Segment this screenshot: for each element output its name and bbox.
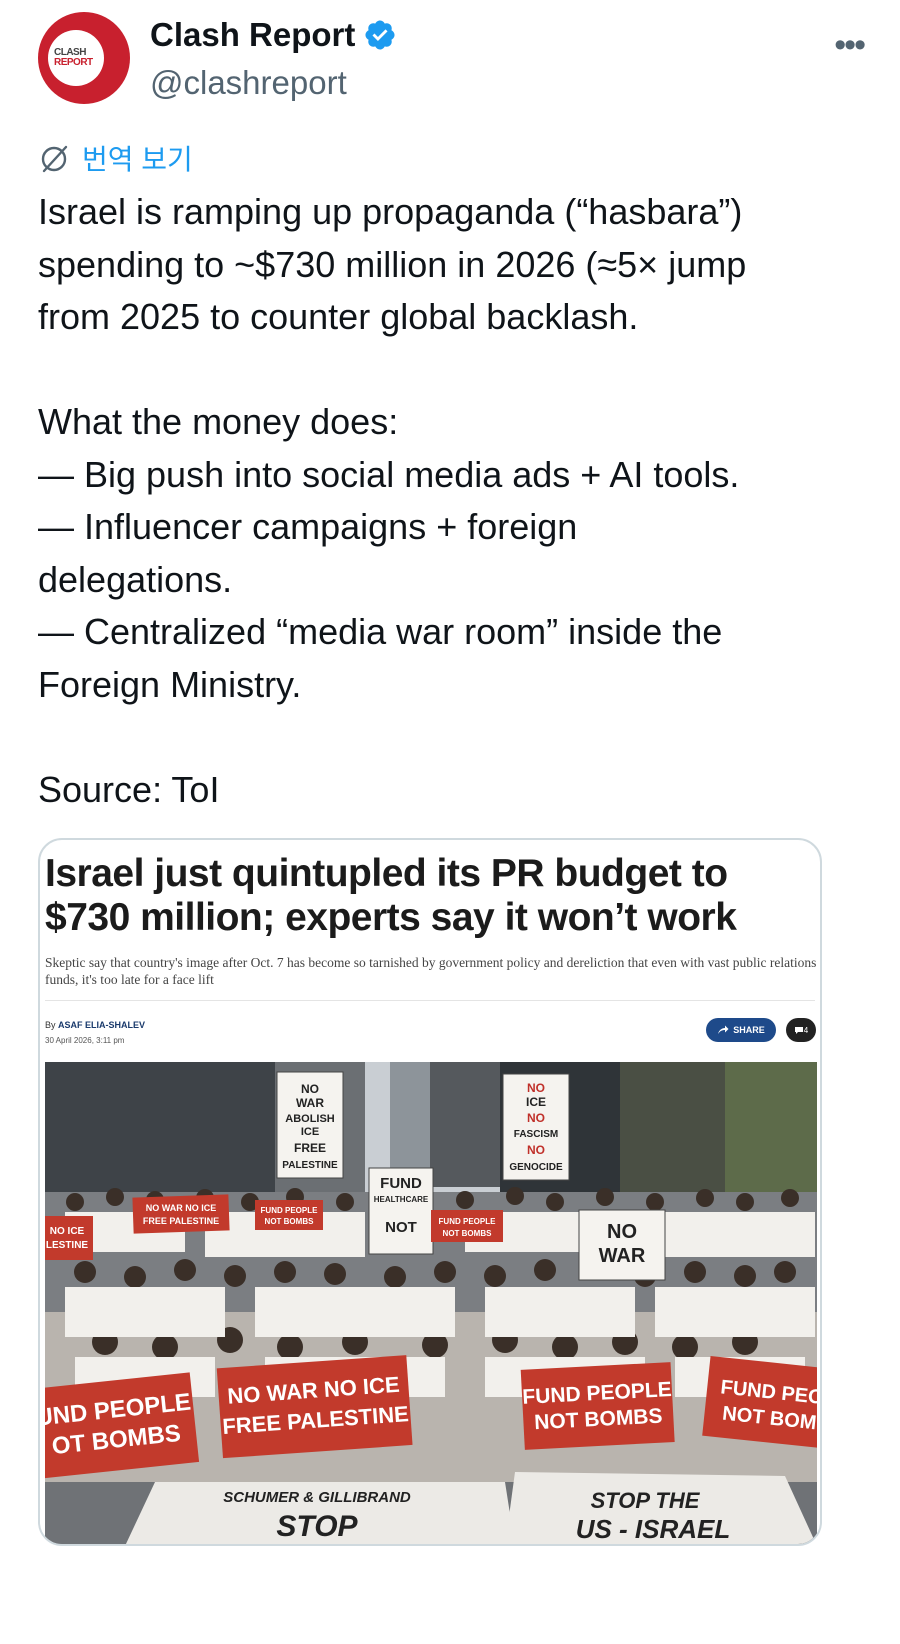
author-name: ASAF ELIA-SHALEV	[58, 1020, 146, 1030]
translate-button[interactable]: 번역 보기	[38, 138, 193, 178]
sign-text: HEALTHCARE	[374, 1195, 429, 1204]
article-byline: By ASAF ELIA-SHALEV	[45, 1020, 145, 1030]
street-text: US - ISRAEL	[576, 1514, 731, 1544]
sign-text: FASCISM	[514, 1129, 558, 1140]
banner-text: FREE PALESTINE	[143, 1216, 219, 1226]
tweet-line: What the money does:	[38, 401, 399, 442]
avatar[interactable]: CLASH REPORT	[38, 12, 130, 104]
protest-photo: NO WAR ABOLISH ICE FREE PALESTINE NO ICE…	[45, 1062, 817, 1544]
sign-text: WAR	[296, 1096, 324, 1110]
banner-text: NO WAR NO ICE	[146, 1203, 217, 1213]
sign-text: ABOLISH	[285, 1113, 335, 1125]
more-icon[interactable]: •••	[834, 26, 866, 65]
share-button: SHARE	[706, 1018, 776, 1042]
street-text: STOP	[276, 1510, 358, 1543]
sign-text: PALESTINE	[282, 1160, 338, 1171]
tweet-line: — Centralized “media war room” inside th…	[38, 611, 723, 652]
article-headline-line: $730 million; experts say it won’t work	[45, 896, 737, 939]
tweet-header: CLASH REPORT Clash Report @clashreport •…	[38, 12, 868, 107]
protest-photo-illustration: NO WAR ABOLISH ICE FREE PALESTINE NO ICE…	[45, 1062, 817, 1544]
sign-text: ICE	[301, 1126, 319, 1138]
banner-text: NOT BOMBS	[443, 1229, 493, 1238]
comment-icon	[794, 1026, 803, 1034]
media-card[interactable]: Israel just quintupled its PR budget to …	[38, 838, 822, 1546]
sign-text: NO	[301, 1082, 319, 1096]
sign-text: NO	[527, 1111, 545, 1125]
sign-text: NOT	[385, 1219, 417, 1236]
article-date: 30 April 2026, 3:11 pm	[45, 1036, 125, 1045]
comment-count: 4	[803, 1025, 809, 1035]
article-headline: Israel just quintupled its PR budget to …	[45, 852, 815, 940]
street-text: STOP THE	[591, 1488, 701, 1513]
banner-text: NO ICE	[50, 1226, 85, 1237]
article-subtitle: Skeptic say that country's image after O…	[45, 955, 817, 987]
tweet-line: — Big push into social media ads + AI to…	[38, 453, 740, 495]
tweet-line	[38, 711, 858, 764]
tweet-line: Source: ToI	[38, 768, 220, 810]
tweet-line: spending to ~$730 million in 2026 (≈5× j…	[38, 243, 747, 285]
banner-text: FUND PEOPLE	[261, 1206, 319, 1215]
display-name[interactable]: Clash Report	[150, 16, 355, 54]
name-row: Clash Report	[150, 16, 397, 54]
tweet-line	[38, 344, 858, 397]
tweet-line: delegations.	[38, 558, 233, 600]
user-handle[interactable]: @clashreport	[150, 64, 347, 102]
street-text: SCHUMER & GILLIBRAND	[223, 1489, 411, 1506]
translate-label: 번역 보기	[82, 144, 193, 175]
avatar-text-2: REPORT	[54, 57, 93, 68]
banner-text: NOT BOMBS	[265, 1217, 315, 1226]
tweet-text: Israel is ramping up propaganda (“hasbar…	[38, 186, 858, 816]
share-icon	[718, 1025, 729, 1034]
divider	[45, 1000, 815, 1001]
sign-text: WAR	[599, 1245, 646, 1267]
tweet-line: Foreign Ministry.	[38, 663, 302, 705]
tweet-line: — Influencer campaigns + foreign	[38, 506, 578, 547]
sign-text: NO	[527, 1143, 545, 1157]
sign-text: ICE	[526, 1095, 546, 1109]
sign-text: FREE	[294, 1141, 326, 1155]
byline-prefix: By	[45, 1020, 59, 1030]
verified-badge-icon	[365, 20, 395, 50]
sign-text: FUND	[380, 1175, 422, 1192]
translate-icon	[41, 145, 68, 173]
sign-text: GENOCIDE	[509, 1162, 563, 1173]
share-label: SHARE	[733, 1025, 765, 1035]
banner-text: FUND PEOPLE	[439, 1217, 497, 1226]
tweet-line: from 2025 to counter global backlash.	[38, 296, 639, 337]
sign-text: NO	[527, 1081, 545, 1095]
article-headline-line: Israel just quintupled its PR budget to	[45, 852, 728, 895]
tweet-line: Israel is ramping up propaganda (“hasbar…	[38, 191, 743, 232]
comment-count-button: 4	[786, 1018, 816, 1042]
sign-text: NO	[607, 1221, 637, 1243]
banner-text: LESTINE	[46, 1240, 89, 1251]
avatar-logo: CLASH REPORT	[48, 30, 104, 86]
